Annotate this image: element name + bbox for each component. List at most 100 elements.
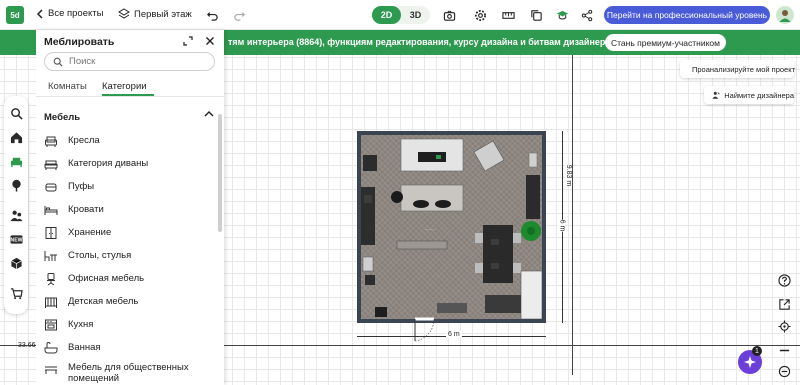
category-list: Кресла Категория диваны Пуфы Кровати Хра… bbox=[44, 129, 212, 385]
armchair-icon bbox=[45, 136, 57, 147]
user-avatar-icon bbox=[779, 10, 791, 22]
svg-text:NEW: NEW bbox=[10, 237, 22, 243]
category-public-spaces[interactable]: Мебель для общественных помещений bbox=[44, 359, 212, 385]
tab-rooms[interactable]: Комнаты bbox=[48, 81, 87, 92]
zoom-out-icon[interactable] bbox=[776, 363, 792, 379]
tree-icon[interactable] bbox=[9, 178, 23, 192]
category-label: Детская мебель bbox=[68, 296, 139, 307]
redo-icon[interactable] bbox=[232, 8, 246, 22]
boxes-icon[interactable] bbox=[9, 256, 23, 270]
wardrobe-icon bbox=[45, 226, 57, 239]
floor-plan-room[interactable]: ········· bbox=[357, 131, 546, 323]
panel-title: Меблировать bbox=[44, 36, 115, 48]
chevron-up-icon[interactable] bbox=[204, 110, 214, 121]
avatar[interactable] bbox=[776, 6, 794, 24]
education-hat-icon[interactable] bbox=[555, 8, 569, 22]
help-icon[interactable] bbox=[776, 272, 792, 288]
outer-wall-line bbox=[572, 55, 573, 375]
category-label: Кровати bbox=[68, 204, 104, 215]
locate-crosshair-icon[interactable] bbox=[776, 318, 792, 334]
hire-designer-button[interactable]: Наймите дизайнера bbox=[704, 86, 794, 104]
scale-label: 33.66 bbox=[18, 342, 36, 349]
chevron-left-icon bbox=[36, 8, 43, 19]
room-furniture: ········· bbox=[361, 138, 542, 319]
close-icon[interactable] bbox=[204, 35, 216, 47]
category-tables-chairs[interactable]: Столы, стулья bbox=[44, 244, 212, 267]
category-armchairs[interactable]: Кресла bbox=[44, 129, 212, 152]
category-kids[interactable]: Детская мебель bbox=[44, 290, 212, 313]
app-logo[interactable]: 5d bbox=[6, 6, 24, 24]
sofa-icon[interactable] bbox=[9, 154, 23, 168]
width-dimension-label: 6 m bbox=[446, 331, 462, 338]
category-label: Кресла bbox=[68, 135, 100, 146]
premium-button[interactable]: Стань премиум-участником bbox=[605, 34, 726, 51]
designer-person-icon bbox=[712, 91, 720, 99]
people-icon[interactable] bbox=[9, 208, 23, 222]
category-label: Офисная мебель bbox=[68, 273, 145, 284]
camera-icon[interactable] bbox=[442, 8, 456, 22]
share-icon[interactable] bbox=[580, 8, 594, 22]
search-icon bbox=[53, 57, 63, 66]
category-label: Хранение bbox=[68, 227, 112, 238]
analyze-label: Проанализируйте мой проект bbox=[692, 64, 796, 74]
category-label: Категория диваны bbox=[68, 158, 149, 169]
bench-icon bbox=[45, 366, 57, 374]
banner-text: тям интерьера (8864), функциям редактиро… bbox=[228, 37, 617, 47]
category-sofas[interactable]: Категория диваны bbox=[44, 152, 212, 175]
layers-icon bbox=[118, 8, 130, 19]
expand-icon[interactable] bbox=[182, 35, 194, 47]
bed-icon bbox=[44, 205, 58, 215]
go-pro-button[interactable]: Перейти на профессиональный уровень bbox=[604, 6, 770, 24]
view-3d-button[interactable]: 3D bbox=[401, 6, 430, 24]
top-bar: 5d Все проекты Первый этаж 2D 3D Перейти… bbox=[0, 0, 800, 30]
category-bathroom[interactable]: Ванная bbox=[44, 336, 212, 359]
height-dimension-label: 6 m bbox=[558, 219, 566, 232]
shopping-cart-icon[interactable] bbox=[9, 286, 23, 300]
tab-categories[interactable]: Категории bbox=[102, 81, 147, 92]
pouf-icon bbox=[45, 183, 57, 191]
hire-designer-label: Наймите дизайнера bbox=[724, 90, 794, 100]
category-beds[interactable]: Кровати bbox=[44, 198, 212, 221]
sparkle-icon bbox=[744, 356, 756, 368]
home-icon[interactable] bbox=[9, 130, 23, 144]
back-to-projects-button[interactable]: Все проекты bbox=[36, 8, 103, 19]
category-office[interactable]: Офисная мебель bbox=[44, 267, 212, 290]
sofa-icon bbox=[44, 160, 58, 170]
category-label: Ванная bbox=[68, 342, 101, 353]
view-toggle: 2D 3D bbox=[372, 6, 430, 24]
back-label: Все проекты bbox=[48, 8, 104, 19]
search-field[interactable] bbox=[44, 52, 215, 71]
view-2d-button[interactable]: 2D bbox=[372, 6, 401, 24]
stove-icon bbox=[45, 319, 57, 330]
furnish-panel: Меблировать Комнаты Категории Мебель Кре… bbox=[36, 30, 224, 385]
open-external-icon[interactable] bbox=[776, 296, 792, 312]
category-kitchen[interactable]: Кухня bbox=[44, 313, 212, 336]
category-poufs[interactable]: Пуфы bbox=[44, 175, 212, 198]
table-chair-icon bbox=[44, 250, 57, 261]
svg-text:·········: ········· bbox=[425, 228, 436, 232]
door-symbol[interactable] bbox=[414, 317, 436, 343]
floor-selector[interactable]: Первый этаж bbox=[118, 8, 192, 20]
notification-badge: 1 bbox=[752, 346, 762, 356]
analyze-project-button[interactable]: Проанализируйте мой проект bbox=[680, 60, 796, 78]
crib-icon bbox=[45, 297, 57, 308]
undo-icon[interactable] bbox=[205, 8, 219, 22]
category-label: Мебель для общественных помещений bbox=[68, 362, 189, 384]
category-label: Кухня bbox=[68, 319, 94, 330]
tabs-divider bbox=[36, 96, 224, 97]
tool-rail: NEW bbox=[4, 96, 28, 314]
search-input[interactable] bbox=[69, 56, 199, 67]
section-furniture[interactable]: Мебель bbox=[44, 112, 80, 123]
new-badge-icon[interactable]: NEW bbox=[9, 232, 23, 246]
panel-scrollbar[interactable] bbox=[218, 114, 222, 232]
category-label: Столы, стулья bbox=[68, 250, 132, 261]
bathtub-icon bbox=[44, 341, 58, 353]
ruler-icon[interactable] bbox=[501, 8, 515, 22]
minus-icon[interactable] bbox=[776, 342, 792, 358]
floor-label: Первый этаж bbox=[134, 8, 192, 20]
search-icon[interactable] bbox=[9, 106, 23, 120]
settings-gear-icon[interactable] bbox=[473, 8, 487, 22]
category-storage[interactable]: Хранение bbox=[44, 221, 212, 244]
copy-icon[interactable] bbox=[529, 8, 543, 22]
category-label: Пуфы bbox=[68, 181, 95, 192]
